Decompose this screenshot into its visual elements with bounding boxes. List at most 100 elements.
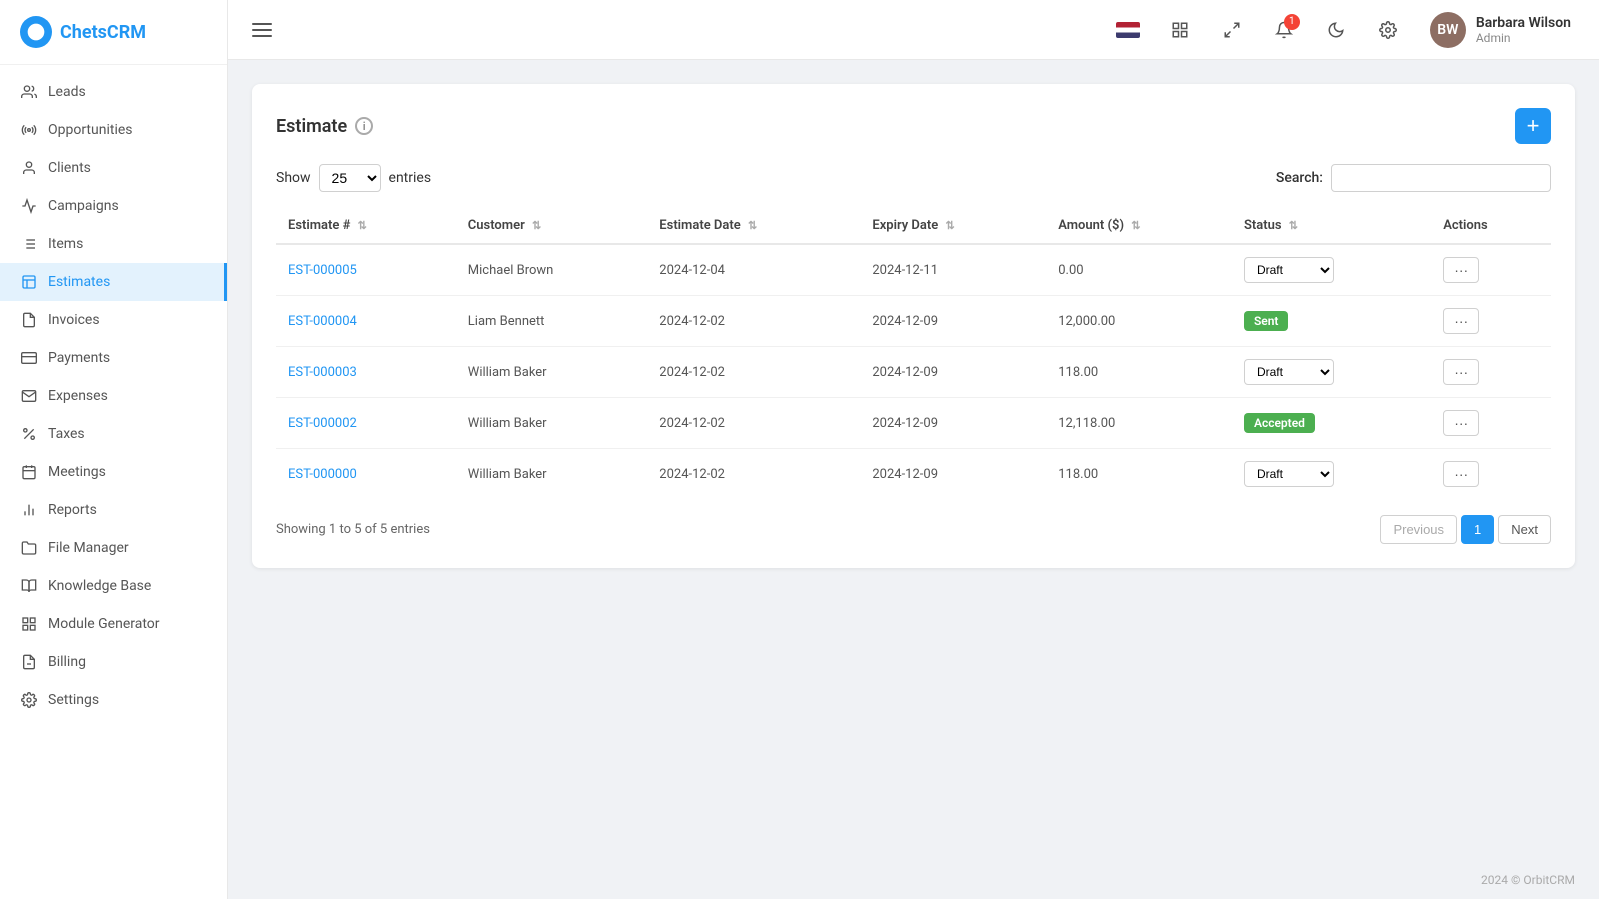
- sidebar-item-clients[interactable]: Clients: [0, 149, 227, 187]
- status-dropdown[interactable]: DraftSentAccepted: [1244, 257, 1334, 283]
- estimate-link[interactable]: EST-000005: [288, 263, 357, 278]
- page-1-button[interactable]: 1: [1461, 515, 1494, 544]
- sidebar-item-expenses[interactable]: Expenses: [0, 377, 227, 415]
- row-actions-button[interactable]: ···: [1443, 308, 1479, 334]
- status-badge: Sent: [1244, 311, 1289, 331]
- cell-expiry-date: 2024-12-09: [860, 449, 1046, 500]
- billing-icon: [20, 653, 38, 671]
- sidebar-item-module-generator[interactable]: Module Generator: [0, 605, 227, 643]
- cell-estimate-num: EST-000005: [276, 244, 456, 296]
- sidebar-item-knowledge-base[interactable]: Knowledge Base: [0, 567, 227, 605]
- cell-amount: 0.00: [1046, 244, 1232, 296]
- sidebar-item-file-manager[interactable]: File Manager: [0, 529, 227, 567]
- user-info: Barbara Wilson Admin: [1476, 15, 1571, 45]
- estimate-link[interactable]: EST-000004: [288, 314, 357, 329]
- logo-icon: [20, 16, 52, 48]
- sidebar-item-billing[interactable]: Billing: [0, 643, 227, 681]
- sidebar-item-taxes[interactable]: Taxes: [0, 415, 227, 453]
- sidebar-item-reports[interactable]: Reports: [0, 491, 227, 529]
- cell-amount: 12,118.00: [1046, 398, 1232, 449]
- cell-estimate-num: EST-000003: [276, 347, 456, 398]
- showing-text: Showing 1 to 5 of 5 entries: [276, 522, 430, 537]
- sidebar-item-leads[interactable]: Leads: [0, 73, 227, 111]
- info-icon[interactable]: i: [355, 117, 373, 135]
- sidebar-item-campaigns[interactable]: Campaigns: [0, 187, 227, 225]
- table-row: EST-000005 Michael Brown 2024-12-04 2024…: [276, 244, 1551, 296]
- sidebar-label-leads: Leads: [48, 84, 86, 100]
- row-actions-button[interactable]: ···: [1443, 461, 1479, 487]
- invoices-icon: [20, 311, 38, 329]
- search-input[interactable]: [1331, 164, 1551, 192]
- col-status[interactable]: Status ⇅: [1232, 208, 1431, 244]
- user-profile[interactable]: BW Barbara Wilson Admin: [1422, 8, 1579, 52]
- table-row: EST-000000 William Baker 2024-12-02 2024…: [276, 449, 1551, 500]
- cell-estimate-date: 2024-12-02: [647, 398, 860, 449]
- cell-status: Sent: [1232, 296, 1431, 347]
- module-generator-icon: [20, 615, 38, 633]
- status-badge: Accepted: [1244, 413, 1315, 433]
- sort-icon-status: ⇅: [1289, 219, 1298, 232]
- add-estimate-button[interactable]: +: [1515, 108, 1551, 144]
- estimate-link[interactable]: EST-000000: [288, 467, 357, 482]
- row-actions-button[interactable]: ···: [1443, 359, 1479, 385]
- flag-us-icon: [1116, 22, 1140, 38]
- expenses-icon: [20, 387, 38, 405]
- cell-estimate-num: EST-000002: [276, 398, 456, 449]
- sidebar-nav: Leads Opportunities Clients Campaigns: [0, 65, 227, 899]
- show-entries: Show 10 25 50 100 entries: [276, 164, 431, 192]
- previous-button[interactable]: Previous: [1380, 515, 1457, 544]
- show-label: Show: [276, 170, 311, 186]
- settings-icon: [20, 691, 38, 709]
- fullscreen-icon[interactable]: [1214, 12, 1250, 48]
- sidebar-item-payments[interactable]: Payments: [0, 339, 227, 377]
- logo: ChetsCRM: [0, 0, 227, 65]
- file-manager-icon: [20, 539, 38, 557]
- status-dropdown[interactable]: DraftSentAccepted: [1244, 461, 1334, 487]
- estimate-link[interactable]: EST-000003: [288, 365, 357, 380]
- notifications-icon[interactable]: 1: [1266, 12, 1302, 48]
- taxes-icon: [20, 425, 38, 443]
- status-dropdown[interactable]: DraftSentAccepted: [1244, 359, 1334, 385]
- col-amount[interactable]: Amount ($) ⇅: [1046, 208, 1232, 244]
- cell-expiry-date: 2024-12-11: [860, 244, 1046, 296]
- apps-icon[interactable]: [1162, 12, 1198, 48]
- menu-toggle[interactable]: [248, 19, 276, 41]
- col-expiry-date[interactable]: Expiry Date ⇅: [860, 208, 1046, 244]
- table-footer: Showing 1 to 5 of 5 entries Previous 1 N…: [276, 515, 1551, 544]
- sidebar-item-meetings[interactable]: Meetings: [0, 453, 227, 491]
- sidebar-item-items[interactable]: Items: [0, 225, 227, 263]
- sidebar-item-estimates[interactable]: Estimates: [0, 263, 227, 301]
- logo-suffix: CRM: [107, 22, 146, 43]
- sidebar-item-settings[interactable]: Settings: [0, 681, 227, 719]
- col-estimate-date[interactable]: Estimate Date ⇅: [647, 208, 860, 244]
- cell-actions: ···: [1431, 449, 1551, 500]
- sort-icon-estimate-num: ⇅: [358, 219, 367, 232]
- knowledge-base-icon: [20, 577, 38, 595]
- notification-count: 1: [1284, 14, 1300, 30]
- gear-icon[interactable]: [1370, 12, 1406, 48]
- language-selector[interactable]: [1110, 12, 1146, 48]
- sidebar-label-billing: Billing: [48, 654, 86, 670]
- sidebar-item-opportunities[interactable]: Opportunities: [0, 111, 227, 149]
- sidebar-label-campaigns: Campaigns: [48, 198, 119, 214]
- sidebar-label-taxes: Taxes: [48, 426, 85, 442]
- cell-amount: 118.00: [1046, 449, 1232, 500]
- cell-estimate-num: EST-000004: [276, 296, 456, 347]
- cell-estimate-date: 2024-12-02: [647, 449, 860, 500]
- user-name: Barbara Wilson: [1476, 15, 1571, 31]
- row-actions-button[interactable]: ···: [1443, 410, 1479, 436]
- topbar-left: [248, 19, 1110, 41]
- estimate-link[interactable]: EST-000002: [288, 416, 357, 431]
- row-actions-button[interactable]: ···: [1443, 257, 1479, 283]
- col-customer[interactable]: Customer ⇅: [456, 208, 648, 244]
- sidebar-item-invoices[interactable]: Invoices: [0, 301, 227, 339]
- dark-mode-toggle[interactable]: [1318, 12, 1354, 48]
- estimates-icon: [20, 273, 38, 291]
- cell-customer: William Baker: [456, 398, 648, 449]
- campaigns-icon: [20, 197, 38, 215]
- col-estimate-num[interactable]: Estimate # ⇅: [276, 208, 456, 244]
- sidebar-label-payments: Payments: [48, 350, 110, 366]
- next-button[interactable]: Next: [1498, 515, 1551, 544]
- user-role: Admin: [1476, 31, 1571, 45]
- entries-select[interactable]: 10 25 50 100: [319, 164, 381, 192]
